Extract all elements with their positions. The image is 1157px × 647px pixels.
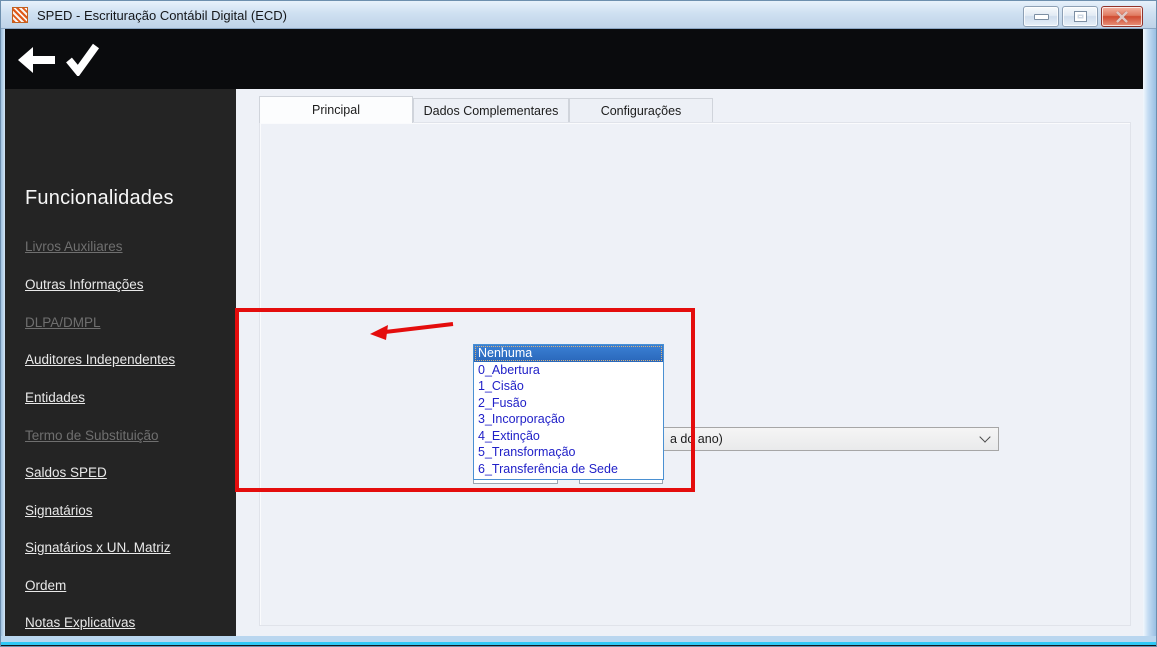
sidebar-item-auditores-independentes[interactable]: Auditores Independentes bbox=[25, 352, 175, 367]
tab-page bbox=[259, 122, 1131, 626]
sidebar-item-signatarios[interactable]: Signatários bbox=[25, 503, 93, 518]
app-icon bbox=[12, 7, 28, 23]
tab-dados-complementares[interactable]: Dados Complementares bbox=[413, 98, 569, 122]
situacao-especial-dropdown: Nenhuma 0_Abertura 1_Cisão 2_Fusão 3_Inc… bbox=[473, 344, 664, 480]
sidebar-item-notas-explicativas[interactable]: Notas Explicativas bbox=[25, 615, 135, 630]
back-arrow-icon[interactable] bbox=[15, 44, 57, 76]
tab-dados-complementares-label: Dados Complementares bbox=[423, 103, 559, 118]
window-frame-right bbox=[1143, 29, 1156, 636]
toolbar bbox=[5, 29, 1143, 89]
sidebar-item-livros-auxiliares: Livros Auxiliares bbox=[25, 239, 123, 254]
window-title: SPED - Escrituração Contábil Digital (EC… bbox=[37, 8, 287, 23]
sidebar-item-outras-informacoes[interactable]: Outras Informações bbox=[25, 277, 144, 292]
chevron-down-icon bbox=[979, 431, 991, 443]
sidebar-item-dlpa-dmpl: DLPA/DMPL bbox=[25, 315, 101, 330]
sidebar-item-saldos-sped[interactable]: Saldos SPED bbox=[25, 465, 107, 480]
tab-configuracoes[interactable]: Configurações bbox=[569, 98, 713, 122]
dropdown-option-cisao[interactable]: 1_Cisão bbox=[474, 378, 663, 395]
dropdown-option-nenhuma[interactable]: Nenhuma bbox=[474, 345, 663, 362]
dropdown-option-transferencia-sede[interactable]: 6_Transferência de Sede bbox=[474, 461, 663, 478]
close-icon bbox=[1115, 10, 1129, 23]
title-bar: SPED - Escrituração Contábil Digital (EC… bbox=[1, 1, 1156, 29]
sidebar-item-termo-substituicao: Termo de Substituição bbox=[25, 428, 159, 443]
window-frame-bottom bbox=[1, 636, 1156, 646]
tab-principal-label: Principal bbox=[312, 103, 360, 117]
dropdown-option-transformacao[interactable]: 5_Transformação bbox=[474, 444, 663, 461]
minimize-icon bbox=[1033, 13, 1049, 20]
check-icon[interactable] bbox=[65, 42, 101, 76]
dropdown-option-abertura[interactable]: 0_Abertura bbox=[474, 362, 663, 379]
close-button[interactable] bbox=[1101, 6, 1143, 27]
window-frame-left bbox=[1, 29, 5, 636]
dropdown-option-incorporacao[interactable]: 3_Incorporação bbox=[474, 411, 663, 428]
sidebar-item-entidades[interactable]: Entidades bbox=[25, 390, 85, 405]
dropdown-option-fusao[interactable]: 2_Fusão bbox=[474, 395, 663, 412]
minimize-button[interactable] bbox=[1023, 6, 1059, 27]
sidebar-heading: Funcionalidades bbox=[25, 187, 174, 209]
maximize-button[interactable] bbox=[1062, 6, 1098, 27]
sidebar: Funcionalidades Livros Auxiliares Outras… bbox=[5, 89, 236, 636]
app-window: SPED - Escrituração Contábil Digital (EC… bbox=[0, 0, 1157, 647]
sidebar-item-ordem[interactable]: Ordem bbox=[25, 578, 66, 593]
sidebar-item-signatarios-un-matriz[interactable]: Signatários x UN. Matriz bbox=[25, 540, 171, 555]
tab-configuracoes-label: Configurações bbox=[600, 103, 682, 118]
dropdown-option-extincao[interactable]: 4_Extinção bbox=[474, 428, 663, 445]
tab-principal[interactable]: Principal bbox=[259, 96, 413, 123]
maximize-icon bbox=[1073, 11, 1087, 22]
